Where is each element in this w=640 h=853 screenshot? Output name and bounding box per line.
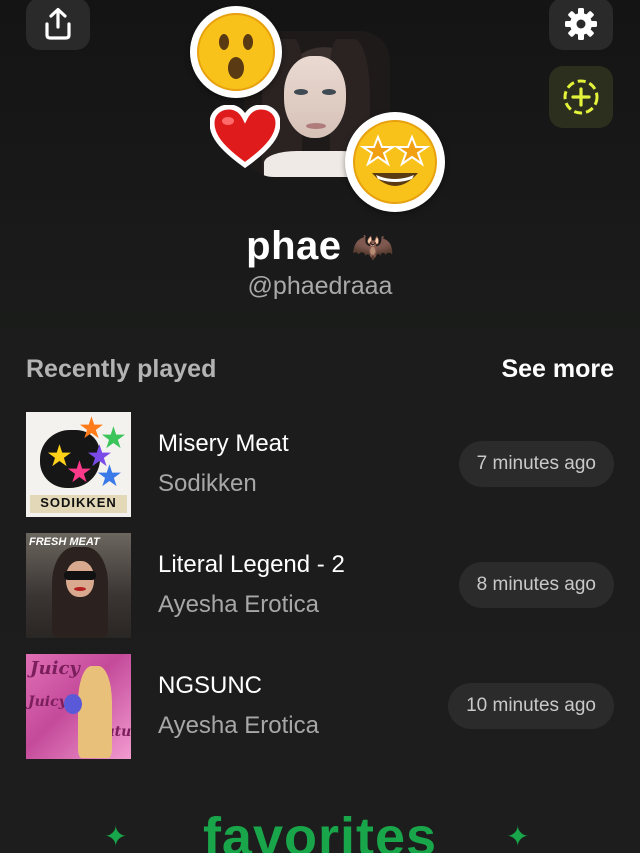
played-time-badge: 7 minutes ago [458, 441, 614, 487]
track-row[interactable]: Juicy Juicy Couture NGSUNC Ayesha Erotic… [26, 653, 614, 759]
see-more-link[interactable]: See more [501, 355, 614, 384]
gear-icon [565, 8, 597, 40]
section-title: Recently played [26, 355, 217, 383]
album-cover-label: Juicy [30, 657, 80, 679]
favorites-section: ✦ favorites ✦ [0, 800, 640, 853]
album-cover: ★ ★ ★ ★ ★ ★ SODIKKEN [26, 411, 131, 517]
played-time-badge: 10 minutes ago [448, 683, 614, 729]
recently-played-header: Recently played See more [26, 355, 614, 384]
sparkle-icon: ✦ [506, 821, 530, 852]
settings-button[interactable] [549, 0, 613, 50]
album-cover: Juicy Juicy Couture [26, 653, 131, 759]
star-struck-emoji-icon [345, 112, 445, 212]
surprised-face-emoji-icon [190, 6, 282, 98]
profile-name-row: phae 🦇 [0, 224, 640, 269]
track-row[interactable]: FRESH MEAT Literal Legend - 2 Ayesha Ero… [26, 532, 614, 638]
played-time-badge: 8 minutes ago [458, 562, 614, 608]
album-cover-label: FRESH MEAT [29, 535, 100, 548]
track-row[interactable]: ★ ★ ★ ★ ★ ★ SODIKKEN Misery Meat Sodikke… [26, 411, 614, 517]
track-title: Misery Meat [158, 430, 289, 457]
share-upload-icon [45, 7, 71, 40]
track-title: Literal Legend - 2 [158, 551, 345, 578]
profile-name: phae [246, 224, 342, 268]
album-cover-label: SODIKKEN [30, 494, 127, 513]
favorites-title: favorites [202, 807, 438, 853]
track-artist: Ayesha Erotica [158, 591, 319, 618]
add-story-button[interactable] [549, 66, 613, 128]
track-title: NGSUNC [158, 672, 263, 699]
bat-emoji-icon: 🦇 [351, 227, 394, 266]
red-heart-emoji-icon [210, 102, 280, 172]
profile-avatar-cluster [190, 0, 450, 215]
share-button[interactable] [26, 0, 90, 50]
add-circle-icon [563, 79, 599, 115]
profile-handle: @phaedraaa [247, 272, 393, 300]
album-cover: FRESH MEAT [26, 532, 131, 638]
track-artist: Sodikken [158, 470, 257, 497]
track-artist: Ayesha Erotica [158, 712, 319, 739]
